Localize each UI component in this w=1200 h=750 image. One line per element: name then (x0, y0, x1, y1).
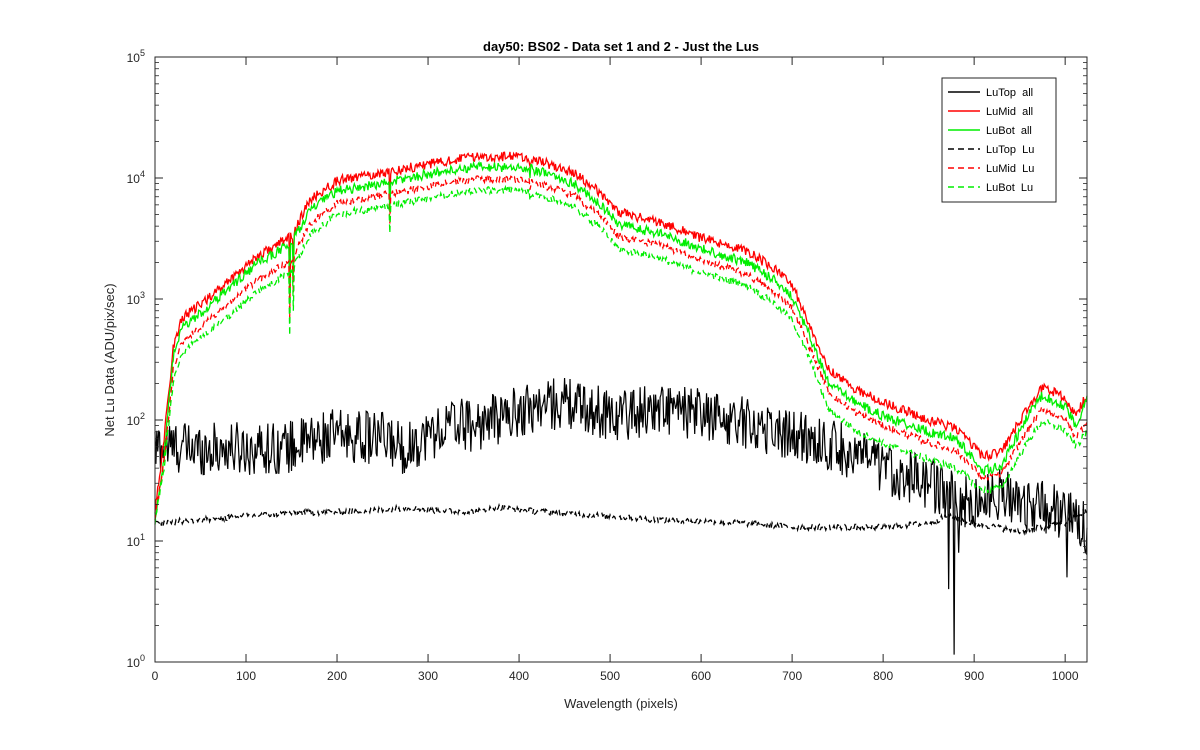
chart-figure: day50: BS02 - Data set 1 and 2 - Just th… (102, 39, 1088, 711)
legend-label-3: LuTop Lu (986, 144, 1034, 156)
chart-title: day50: BS02 - Data set 1 and 2 - Just th… (483, 39, 759, 54)
y-tick-label: 103 (127, 290, 145, 307)
legend-label-1: LuMid all (986, 106, 1033, 118)
x-tick-label: 0 (152, 669, 159, 683)
y-axis-label: Net Lu Data (ADU/pix/sec) (102, 283, 117, 436)
legend: LuTop all LuMid all LuBot all LuTop Lu LuMid… (941, 77, 1057, 203)
x-tick-label: 1000 (1052, 669, 1079, 683)
x-tick-label: 500 (600, 669, 620, 683)
legend-label-2: LuBot all (986, 125, 1032, 137)
x-tick-label: 400 (509, 669, 529, 683)
y-tick-label: 104 (127, 169, 145, 186)
legend-label-0: LuTop all (986, 87, 1033, 99)
legend-label-5: LuBot Lu (986, 182, 1033, 194)
legend-label-4: LuMid Lu (986, 163, 1034, 175)
x-tick-label: 300 (418, 669, 438, 683)
x-tick-label: 800 (873, 669, 893, 683)
x-tick-label: 100 (236, 669, 256, 683)
x-tick-label: 200 (327, 669, 347, 683)
y-tick-label: 100 (127, 653, 145, 670)
x-tick-label: 600 (691, 669, 711, 683)
y-tick-label: 105 (127, 48, 145, 65)
y-tick-label: 102 (127, 411, 145, 428)
x-tick-label: 900 (964, 669, 984, 683)
x-tick-label: 700 (782, 669, 802, 683)
y-tick-label: 101 (127, 532, 145, 549)
x-axis-label: Wavelength (pixels) (564, 696, 678, 711)
